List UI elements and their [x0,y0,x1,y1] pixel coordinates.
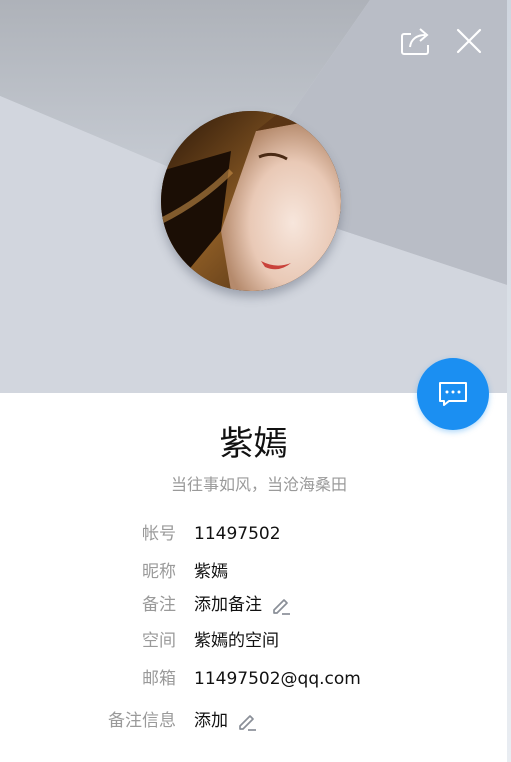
remark-info-value[interactable]: 添加 [194,708,258,734]
pencil-icon [273,599,290,615]
email-label: 邮箱 [142,669,176,689]
email-value[interactable]: 11497502@qq.com [194,666,361,692]
underlying-window-side [507,0,511,762]
profile-header [0,0,507,393]
share-button[interactable] [398,23,434,59]
remark-info-label: 备注信息 [108,711,176,731]
space-label: 空间 [142,631,176,651]
remark-info-text[interactable]: 添加 [194,708,228,734]
close-button[interactable] [451,23,487,59]
nickname-value: 紫嫣 [194,562,228,582]
pencil-icon [239,715,256,731]
info-row-remark-info: 备注信息 添加 [0,708,507,734]
remark-value[interactable]: 添加备注 [194,592,292,618]
profile-signature: 当往事如风，当沧海桑田 [170,475,347,494]
info-row-remark: 备注 添加备注 [0,592,507,618]
info-row-space: 空间 紫嫣的空间 [0,628,507,654]
avatar[interactable] [161,111,341,291]
remark-text[interactable]: 添加备注 [194,592,262,618]
account-label: 帐号 [142,524,176,544]
avatar-image [161,111,341,291]
profile-name: 紫嫣 [219,424,288,464]
space-value[interactable]: 紫嫣的空间 [194,628,279,654]
edit-remark-info-button[interactable] [236,710,258,732]
account-value: 11497502 [194,524,281,544]
nickname-label: 昵称 [142,562,176,582]
share-icon [401,28,429,55]
info-row-nickname: 昵称 紫嫣 [0,559,507,585]
remark-label: 备注 [142,595,176,615]
chat-bubble-icon [439,382,467,406]
edit-remark-button[interactable] [270,594,292,616]
close-icon [456,28,482,54]
info-row-account: 帐号 11497502 [0,521,507,547]
profile-card: 紫嫣 当往事如风，当沧海桑田 帐号 11497502 昵称 紫嫣 备注 添加备注… [0,0,507,762]
info-row-email: 邮箱 11497502@qq.com [0,666,507,692]
